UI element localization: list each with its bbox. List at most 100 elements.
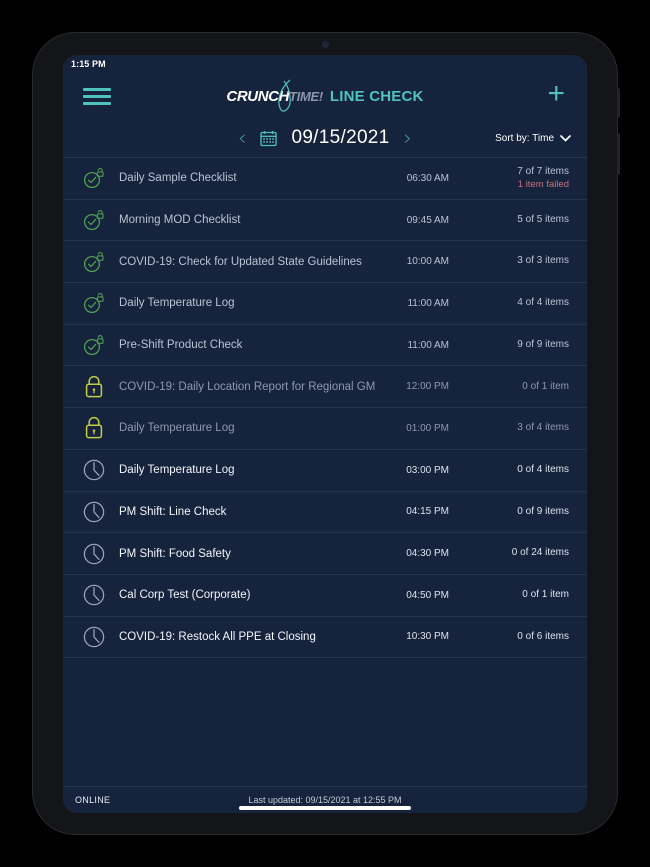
checklist-row-item-count: 4 of 4 items (517, 297, 569, 309)
checklist-row[interactable]: Daily Temperature Log 01:00 PM 3 of 4 item… (63, 408, 587, 450)
checklist-row[interactable]: COVID-19: Restock All PPE at Closing 10:3… (63, 617, 587, 659)
add-checklist-button[interactable]: + (547, 79, 565, 113)
checklist-row-time: 06:30 AM (406, 172, 449, 184)
check-circle-unlocked-icon (77, 208, 111, 232)
padlock-icon (77, 415, 111, 441)
checklist-row[interactable]: Morning MOD Checklist 09:45 AM 5 of 5 item… (63, 200, 587, 242)
app-header: CRUNCH TIME! LINE CHECK + (63, 73, 587, 119)
check-circle-unlocked-icon (83, 335, 104, 356)
brand-crunch-text: CRUNCH (226, 87, 290, 105)
checklist-row[interactable]: Daily Temperature Log 03:00 PM 0 of 4 item… (63, 450, 587, 492)
checklist-row-title: Daily Temperature Log (119, 297, 235, 310)
checklist-container: Daily Sample Checklist 06:30 AM 7 of 7 ite… (63, 158, 587, 786)
checklist-row-time: 10:30 PM (406, 631, 449, 643)
checklist-row-time: 04:30 PM (406, 548, 449, 560)
checklist-row-item-count: 3 of 4 items (517, 422, 569, 434)
checklist-row-time: 04:50 PM (406, 589, 449, 601)
clock-icon (83, 501, 105, 523)
checklist-row-time: 11:00 AM (407, 297, 449, 309)
app-name-text: LINE CHECK (329, 87, 424, 105)
checklist-row[interactable]: COVID-19: Check for Updated State Guidel… (63, 241, 587, 284)
checklist-row-item-count: 0 of 9 items (517, 505, 569, 517)
checklist-row[interactable]: COVID-19: Daily Location Report for Regi… (63, 366, 587, 409)
padlock-icon (85, 375, 103, 398)
clock-icon (77, 542, 111, 566)
checklist-row-count: 0 of 24 items (491, 547, 569, 560)
date-toolbar: ‹ 09/15/2021 › Sort by: Time (63, 119, 587, 158)
check-circle-unlocked-icon (83, 251, 104, 272)
status-bar-time: 1:15 PM (71, 59, 106, 69)
clock-icon (77, 458, 111, 482)
device-power-button (617, 133, 620, 175)
checklist-row-time: 11:00 AM (407, 339, 449, 351)
hamburger-menu-icon[interactable] (83, 86, 111, 106)
tablet-device-frame: 1:15 PM CRUNCH TIME! LINE CHECK + ‹ 09/1… (33, 33, 620, 834)
checklist-row-title: COVID-19: Check for Updated State Guidel… (119, 255, 362, 268)
checklist-row-item-count: 0 of 6 items (517, 630, 569, 642)
check-circle-unlocked-icon (83, 168, 104, 189)
checklist-row-time: 04:15 PM (406, 506, 449, 518)
checklist-row-title: Pre-Shift Product Check (119, 339, 243, 352)
checklist-row-count: 0 of 9 items (491, 506, 569, 519)
checklist-row-title: Daily Temperature Log (119, 464, 235, 477)
sort-dropdown-label: Sort by: Time (495, 132, 554, 144)
checklist-row-count: 3 of 4 items (491, 422, 569, 435)
checklist-row[interactable]: PM Shift: Food Safety 04:30 PM 0 of 24 ite… (63, 533, 587, 575)
checklist-row-count: 3 of 3 items (491, 255, 569, 268)
checklist-row-title: Cal Corp Test (Corporate) (119, 589, 251, 602)
checklist-row-title: COVID-19: Daily Location Report for Regi… (119, 380, 376, 393)
checklist-row-count: 0 of 4 items (491, 464, 569, 477)
device-volume-button (617, 88, 620, 118)
sort-dropdown[interactable]: Sort by: Time (495, 133, 571, 144)
checklist-row[interactable]: Pre-Shift Product Check 11:00 AM 9 of 9 it… (63, 325, 587, 367)
check-circle-unlocked-icon (83, 293, 104, 314)
brand-title: CRUNCH TIME! LINE CHECK (63, 73, 587, 119)
checklist-row-title: Morning MOD Checklist (119, 214, 241, 227)
clock-icon (77, 500, 111, 524)
clock-icon (83, 584, 105, 606)
checklist-row-count: 0 of 6 items (491, 631, 569, 644)
status-footer: ONLINE Last updated: 09/15/2021 at 12:55… (63, 786, 587, 813)
check-circle-unlocked-icon (83, 210, 104, 231)
checklist-row-item-count: 0 of 1 item (522, 588, 569, 600)
checklist-row-title: PM Shift: Food Safety (119, 547, 231, 560)
last-updated-text: Last updated: 09/15/2021 at 12:55 PM (248, 795, 402, 805)
check-circle-unlocked-icon (77, 291, 111, 315)
checklist-row-time: 09:45 AM (406, 214, 449, 226)
checklist-row-item-count: 0 of 1 item (522, 380, 569, 392)
check-circle-unlocked-icon (77, 250, 111, 274)
checklist-row-time: 12:00 PM (406, 381, 449, 393)
checklist-row-time: 03:00 PM (406, 464, 449, 476)
clock-icon (83, 459, 105, 481)
home-indicator[interactable] (239, 806, 411, 810)
checklist-row[interactable]: PM Shift: Line Check 04:15 PM 0 of 9 items (63, 492, 587, 534)
chevron-down-icon (560, 134, 571, 142)
checklist-row-count: 0 of 1 item (491, 381, 569, 394)
clock-icon (77, 583, 111, 607)
previous-day-button[interactable]: ‹ (238, 127, 246, 149)
calendar-icon[interactable] (260, 130, 278, 147)
next-day-button[interactable]: › (404, 127, 412, 149)
checklist-row-item-count: 0 of 24 items (511, 547, 569, 559)
front-camera-icon (322, 41, 329, 48)
hamburger-line (83, 94, 111, 98)
checklist-row[interactable]: Daily Temperature Log 11:00 AM 4 of 4 item… (63, 283, 587, 325)
checklist-row-item-count: 0 of 4 items (517, 463, 569, 475)
checklist-row-time: 10:00 AM (406, 256, 449, 268)
clock-icon (83, 626, 105, 648)
app-screen: 1:15 PM CRUNCH TIME! LINE CHECK + ‹ 09/1… (63, 55, 587, 813)
checklist-row-title: COVID-19: Restock All PPE at Closing (119, 630, 316, 643)
checklist-row-item-count: 9 of 9 items (517, 338, 569, 350)
hamburger-line (83, 101, 111, 105)
crunchtime-logo: CRUNCH TIME! (226, 79, 323, 112)
check-circle-unlocked-icon (77, 166, 111, 190)
checklist-row[interactable]: Daily Sample Checklist 06:30 AM 7 of 7 ite… (63, 158, 587, 200)
checklist-row-title: PM Shift: Line Check (119, 505, 227, 518)
status-bar: 1:15 PM (63, 55, 587, 73)
hamburger-line (83, 87, 111, 91)
checklist-row[interactable]: Cal Corp Test (Corporate) 04:50 PM 0 of 1 … (63, 575, 587, 617)
check-circle-unlocked-icon (77, 333, 111, 357)
checklist-row-time: 01:00 PM (406, 422, 449, 434)
selected-date[interactable]: 09/15/2021 (291, 127, 389, 149)
checklist-row-title: Daily Temperature Log (119, 422, 235, 435)
